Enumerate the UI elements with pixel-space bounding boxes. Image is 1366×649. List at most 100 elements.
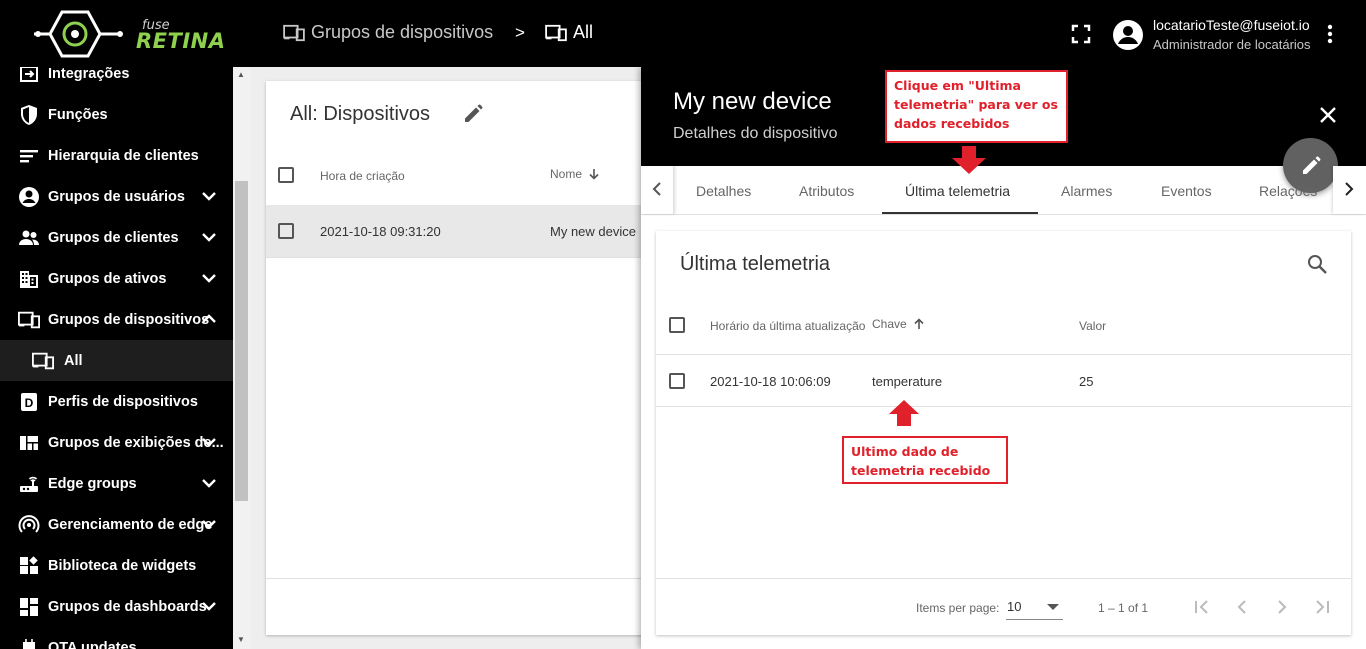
sidebar-item-label: Grupos de ativos: [48, 270, 167, 287]
tab-attributes[interactable]: Atributos: [799, 183, 854, 199]
logo-retina-text: RETINA: [136, 29, 226, 53]
column-header-updated[interactable]: Horário da última atualização: [710, 319, 865, 333]
sidebar-scrollbar[interactable]: ▲ ▼: [233, 67, 250, 649]
telemetry-value: 25: [1079, 374, 1094, 389]
sidebar-item-label: Integrações: [48, 67, 130, 82]
sidebar-item-dashboard-groups[interactable]: Grupos de dashboards: [0, 586, 233, 627]
next-page-icon[interactable]: [1272, 597, 1292, 617]
sidebar-item-device-groups[interactable]: Grupos de dispositivos: [0, 299, 233, 340]
sidebar-item-user-groups[interactable]: Grupos de usuários: [0, 176, 233, 217]
arrow-upward-icon: [913, 318, 925, 330]
sidebar-item-label: Funções: [48, 106, 108, 123]
router-icon: [18, 473, 40, 495]
row-checkbox[interactable]: [669, 373, 685, 389]
devices-icon: [545, 24, 567, 42]
view-quilt-icon: [18, 432, 40, 454]
sidebar-item-label: Grupos de usuários: [48, 188, 185, 205]
column-header-value[interactable]: Valor: [1079, 319, 1106, 333]
sidebar-item-label: Grupos de dispositivos: [48, 311, 210, 328]
sidebar-item-roles[interactable]: Funções: [0, 94, 233, 135]
user-role: Administrador de locatários: [1153, 37, 1311, 52]
edit-icon[interactable]: [462, 103, 484, 125]
table-paginator: Items per page: 10 1 – 1 of 1: [656, 578, 1351, 635]
breadcrumb-device-groups[interactable]: Grupos de dispositivos: [283, 22, 493, 43]
previous-page-icon[interactable]: [1232, 597, 1252, 617]
select-all-checkbox[interactable]: [278, 167, 294, 183]
arrow-down-icon: [952, 146, 986, 179]
row-divider: [656, 406, 1351, 407]
select-all-checkbox[interactable]: [669, 317, 685, 333]
scroll-up-arrow-icon[interactable]: ▲: [237, 70, 245, 79]
sidebar-item-label: All: [64, 352, 83, 369]
active-tab-indicator: [882, 212, 1038, 214]
tab-events[interactable]: Eventos: [1161, 183, 1212, 199]
sidebar-item-entity-view-groups[interactable]: Grupos de exibições de...: [0, 422, 233, 463]
breadcrumb-separator: >: [515, 23, 525, 42]
column-header-key[interactable]: Chave: [872, 317, 925, 331]
chevron-up-icon: [200, 310, 218, 332]
chevron-down-icon: [200, 515, 218, 537]
tabs-scroll-left[interactable]: [641, 166, 674, 214]
devices-icon: [18, 309, 40, 331]
devices-icon: [32, 350, 54, 372]
chevron-down-icon: [200, 269, 218, 291]
logo[interactable]: fuse RETINA: [34, 6, 225, 62]
search-icon[interactable]: [1306, 253, 1328, 275]
more-vert-icon[interactable]: [1320, 24, 1340, 44]
chevron-down-icon: [200, 597, 218, 619]
arrow-downward-icon: [588, 168, 600, 180]
close-icon[interactable]: [1318, 105, 1338, 125]
row-checkbox[interactable]: [278, 223, 294, 239]
tab-alarms[interactable]: Alarmes: [1061, 183, 1112, 199]
account-circle-icon[interactable]: [1112, 19, 1144, 51]
device-profile-icon: D: [18, 391, 40, 413]
items-per-page-select[interactable]: 10: [1006, 595, 1063, 620]
sidebar-item-edge-groups[interactable]: Edge groups: [0, 463, 233, 504]
tab-latest-telemetry[interactable]: Última telemetria: [905, 183, 1010, 199]
wifi-tethering-icon: [18, 514, 40, 536]
tab-details[interactable]: Detalhes: [696, 183, 751, 199]
scrollbar-thumb[interactable]: [235, 181, 248, 501]
column-header-name[interactable]: Nome: [550, 167, 600, 181]
chevron-down-icon: [200, 474, 218, 496]
sidebar-item-device-profiles[interactable]: D Perfis de dispositivos: [0, 381, 233, 422]
column-header-created[interactable]: Hora de criação: [320, 169, 405, 183]
page-range-label: 1 – 1 of 1: [1098, 601, 1149, 615]
detail-subtitle: Detalhes do dispositivo: [673, 125, 838, 142]
table-row[interactable]: 2021-10-18 10:06:09 temperature 25: [656, 355, 1351, 407]
table-row[interactable]: 2021-10-18 09:31:20 My new device: [266, 205, 656, 257]
sidebar-item-asset-groups[interactable]: Grupos de ativos: [0, 258, 233, 299]
sidebar-item-ota-updates[interactable]: OTA updates: [0, 627, 233, 649]
footer-divider: [266, 578, 656, 579]
sidebar-item-customer-groups[interactable]: Grupos de clientes: [0, 217, 233, 258]
breadcrumb-label: Grupos de dispositivos: [311, 22, 494, 42]
first-page-icon[interactable]: [1192, 597, 1212, 617]
devices-table-card: All: Dispositivos Hora de criação Nome 2…: [266, 81, 656, 635]
sidebar-item-all-devices[interactable]: All: [0, 340, 233, 381]
tab-relations[interactable]: Relações: [1259, 183, 1317, 199]
user-email[interactable]: locatarioTeste@fuseiot.io: [1153, 17, 1310, 33]
sidebar-item-label: Biblioteca de widgets: [48, 557, 197, 574]
sidebar-item-label: Perfis de dispositivos: [48, 393, 198, 410]
detail-tabs: Detalhes Atributos Última telemetria Ala…: [641, 166, 1366, 215]
last-page-icon[interactable]: [1312, 597, 1332, 617]
sidebar-item-integrations[interactable]: Integrações: [0, 67, 233, 94]
tabs-scroll-right[interactable]: [1333, 166, 1366, 214]
account-circle-icon: [18, 186, 40, 208]
fullscreen-icon[interactable]: [1071, 24, 1091, 44]
sidebar-item-label: OTA updates: [48, 639, 137, 649]
detail-title: My new device: [673, 88, 832, 115]
sidebar-item-customer-hierarchy[interactable]: Hierarquia de clientes: [0, 135, 233, 176]
domain-icon: [18, 268, 40, 290]
sidebar-item-label: Gerenciamento de edge: [48, 516, 213, 533]
scroll-down-arrow-icon[interactable]: ▼: [237, 635, 245, 644]
telemetry-updated: 2021-10-18 10:06:09: [710, 374, 831, 389]
sidebar-item-edge-management[interactable]: Gerenciamento de edge: [0, 504, 233, 545]
shield-icon: [18, 104, 40, 126]
device-name: My new device: [550, 224, 636, 239]
sidebar-item-widget-library[interactable]: Biblioteca de widgets: [0, 545, 233, 586]
devices-title: All: Dispositivos: [290, 103, 431, 125]
main-content: All: Dispositivos Hora de criação Nome 2…: [250, 67, 656, 649]
arrow-up-icon: [889, 400, 919, 431]
sidebar-item-label: Grupos de exibições de...: [48, 434, 224, 451]
